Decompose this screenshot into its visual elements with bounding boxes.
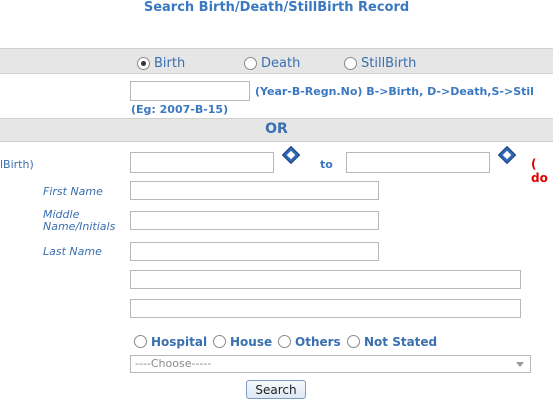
registration-hint: (Year-B-Regn.No) B->Birth, D->Death,S->S… <box>255 85 534 98</box>
date-format-hint: ( do <box>531 157 548 185</box>
registration-number-input[interactable] <box>130 81 250 101</box>
place-select-value: ----Choose----- <box>135 357 212 370</box>
radio-house[interactable]: House <box>213 331 272 350</box>
radio-house-circle[interactable] <box>213 335 226 348</box>
radio-hospital-circle[interactable] <box>134 335 147 348</box>
last-name-label: Last Name <box>43 245 102 258</box>
radio-others[interactable]: Others <box>278 331 341 350</box>
first-name-label: First Name <box>43 185 103 198</box>
radio-stillbirth[interactable]: StillBirth <box>344 53 416 72</box>
radio-others-label: Others <box>295 334 341 349</box>
chevron-down-icon <box>516 362 524 367</box>
extra-field-1[interactable] <box>130 270 521 289</box>
first-name-input[interactable] <box>130 181 379 200</box>
radio-hospital[interactable]: Hospital <box>134 331 207 350</box>
radio-stillbirth-label: StillBirth <box>361 56 417 71</box>
radio-birth-label: Birth <box>154 56 186 71</box>
radio-not-stated-label: Not Stated <box>364 334 438 349</box>
radio-birth[interactable]: Birth <box>137 53 185 72</box>
extra-field-2[interactable] <box>130 299 521 318</box>
radio-stillbirth-circle[interactable] <box>344 57 357 70</box>
search-button[interactable]: Search <box>246 380 306 399</box>
page-title: Search Birth/Death/StillBirth Record <box>143 0 410 15</box>
radio-house-label: House <box>230 334 273 349</box>
date-range-label: lBirth) <box>0 158 34 171</box>
radio-death[interactable]: Death <box>244 53 300 72</box>
last-name-input[interactable] <box>130 242 379 261</box>
middle-name-input[interactable] <box>130 211 379 230</box>
calendar-to-icon[interactable] <box>497 145 517 165</box>
radio-hospital-label: Hospital <box>151 334 208 349</box>
date-to-input[interactable] <box>346 152 490 173</box>
radio-others-circle[interactable] <box>278 335 291 348</box>
registration-example: (Eg: 2007-B-15) <box>131 103 229 116</box>
radio-not-stated-circle[interactable] <box>347 335 360 348</box>
place-select[interactable]: ----Choose----- <box>130 355 531 373</box>
radio-not-stated[interactable]: Not Stated <box>347 331 437 350</box>
calendar-from-icon[interactable] <box>281 145 301 165</box>
date-from-input[interactable] <box>130 152 274 173</box>
to-label: to <box>320 158 333 171</box>
radio-death-circle[interactable] <box>244 57 257 70</box>
radio-birth-circle[interactable] <box>137 57 150 70</box>
or-label: OR <box>265 121 288 137</box>
radio-death-label: Death <box>261 56 301 71</box>
middle-name-label: Middle Name/Initials <box>43 208 116 233</box>
